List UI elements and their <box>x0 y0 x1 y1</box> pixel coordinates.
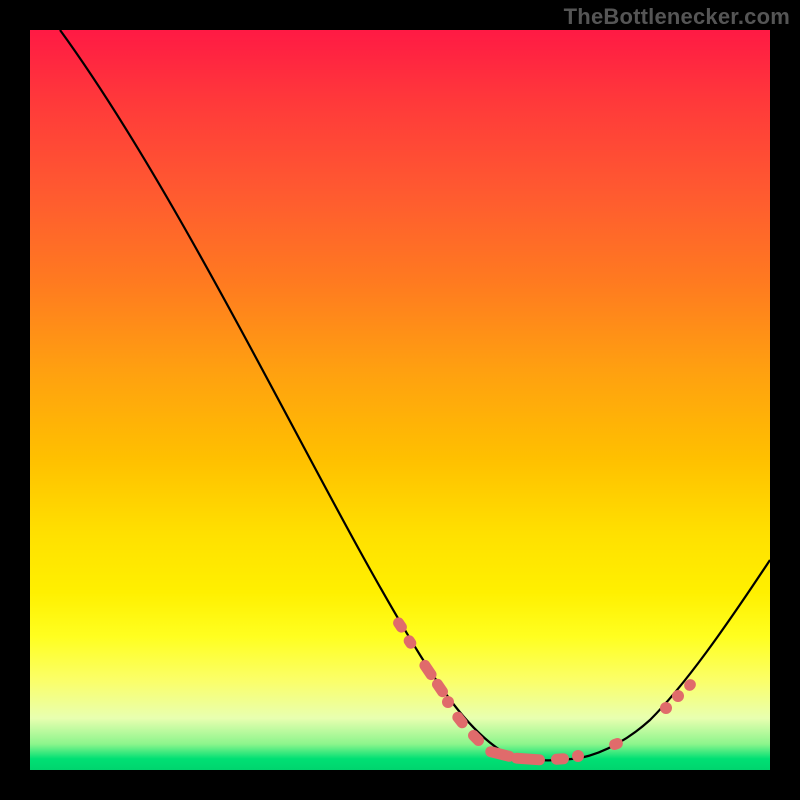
curve-layer <box>30 30 770 770</box>
chart-frame: TheBottlenecker.com <box>0 0 800 800</box>
watermark-text: TheBottlenecker.com <box>564 4 790 30</box>
curve-marker <box>511 752 546 765</box>
curve-marker <box>608 736 625 751</box>
curve-marker <box>450 710 470 731</box>
curve-marker <box>660 702 672 714</box>
curve-marker <box>442 696 454 708</box>
marker-group <box>391 615 698 765</box>
plot-area <box>30 30 770 770</box>
curve-marker <box>484 745 516 763</box>
curve-marker <box>672 690 684 702</box>
curve-marker <box>466 728 487 749</box>
curve-marker <box>551 753 570 765</box>
curve-marker <box>572 750 584 762</box>
bottleneck-curve <box>60 30 770 760</box>
